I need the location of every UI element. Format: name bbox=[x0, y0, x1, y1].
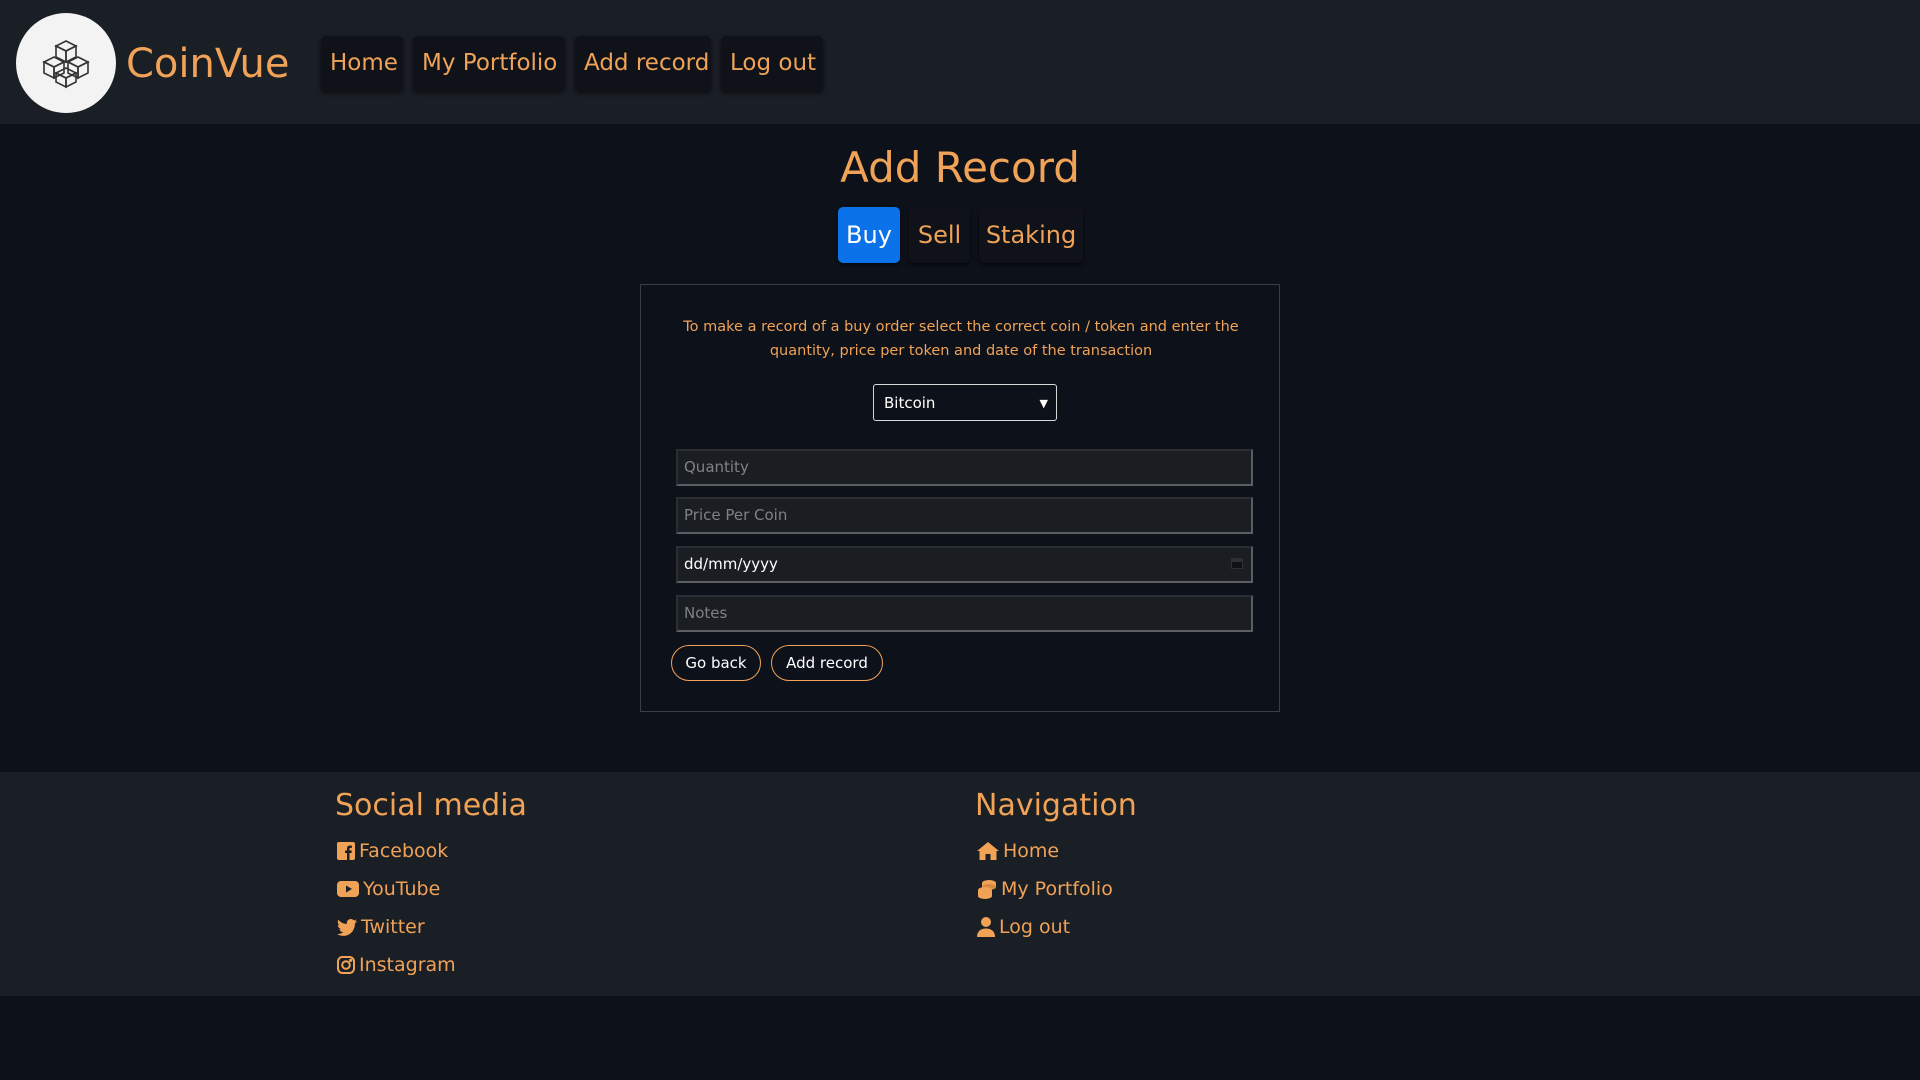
nav-add-record-button[interactable]: Add record bbox=[575, 36, 711, 91]
coin-select-value: Bitcoin bbox=[884, 394, 936, 412]
notes-input[interactable]: Notes bbox=[676, 595, 1253, 632]
page-title: Add Record bbox=[840, 143, 1080, 192]
footer-link-label: Facebook bbox=[359, 840, 449, 862]
add-record-button[interactable]: Add record bbox=[771, 645, 883, 681]
navigation-heading: Navigation bbox=[975, 788, 1137, 823]
coins-icon bbox=[978, 880, 996, 899]
add-record-form: To make a record of a buy order select t… bbox=[640, 284, 1280, 712]
tab-staking[interactable]: Staking bbox=[979, 207, 1083, 263]
footer-social: Social media Facebook YouTube Twitter In… bbox=[335, 786, 527, 984]
cubes-logo-icon bbox=[42, 40, 90, 89]
footer-link-twitter[interactable]: Twitter bbox=[335, 908, 527, 946]
footer-link-label: Log out bbox=[999, 916, 1071, 938]
footer-link-youtube[interactable]: YouTube bbox=[335, 870, 527, 908]
footer-link-facebook[interactable]: Facebook bbox=[335, 832, 527, 870]
footer-link-log-out[interactable]: Log out bbox=[975, 908, 1137, 946]
social-media-heading: Social media bbox=[335, 788, 527, 823]
form-instructions: To make a record of a buy order select t… bbox=[683, 319, 1239, 359]
user-icon bbox=[977, 917, 995, 937]
calendar-icon[interactable] bbox=[1231, 558, 1243, 569]
nav-home-button[interactable]: Home bbox=[321, 36, 403, 91]
logo[interactable] bbox=[16, 13, 116, 113]
tab-sell[interactable]: Sell bbox=[909, 207, 970, 263]
footer-link-label: YouTube bbox=[363, 878, 441, 900]
twitter-icon bbox=[337, 918, 357, 936]
footer-link-my-portfolio[interactable]: My Portfolio bbox=[975, 870, 1137, 908]
price-per-coin-input[interactable]: Price Per Coin bbox=[676, 497, 1253, 534]
main-nav: Home My Portfolio Add record Log out bbox=[321, 36, 823, 91]
youtube-icon bbox=[337, 881, 359, 897]
footer-link-label: Instagram bbox=[359, 954, 456, 976]
header: CoinVue Home My Portfolio Add record Log… bbox=[0, 0, 1920, 124]
record-type-tabs: Buy Sell Staking bbox=[838, 207, 1083, 263]
footer-navigation: Navigation Home My Portfolio Log out bbox=[975, 786, 1137, 946]
coin-select[interactable]: Bitcoin ▼ bbox=[873, 384, 1057, 421]
nav-log-out-button[interactable]: Log out bbox=[721, 36, 823, 91]
footer: Social media Facebook YouTube Twitter In… bbox=[0, 772, 1920, 996]
date-input[interactable]: dd/mm/yyyy bbox=[676, 546, 1253, 583]
instagram-icon bbox=[337, 956, 355, 974]
brand-name[interactable]: CoinVue bbox=[126, 40, 289, 88]
footer-link-label: My Portfolio bbox=[1001, 878, 1113, 900]
home-icon bbox=[977, 842, 999, 860]
date-placeholder: dd/mm/yyyy bbox=[684, 555, 778, 573]
footer-link-home[interactable]: Home bbox=[975, 832, 1137, 870]
chevron-down-icon: ▼ bbox=[1039, 397, 1048, 410]
quantity-input[interactable]: Quantity bbox=[676, 449, 1253, 486]
go-back-button[interactable]: Go back bbox=[671, 645, 761, 681]
footer-link-label: Twitter bbox=[361, 916, 425, 938]
nav-my-portfolio-button[interactable]: My Portfolio bbox=[413, 36, 565, 91]
footer-link-instagram[interactable]: Instagram bbox=[335, 946, 527, 984]
facebook-icon bbox=[337, 842, 355, 860]
footer-link-label: Home bbox=[1003, 840, 1060, 862]
tab-buy[interactable]: Buy bbox=[838, 207, 900, 263]
